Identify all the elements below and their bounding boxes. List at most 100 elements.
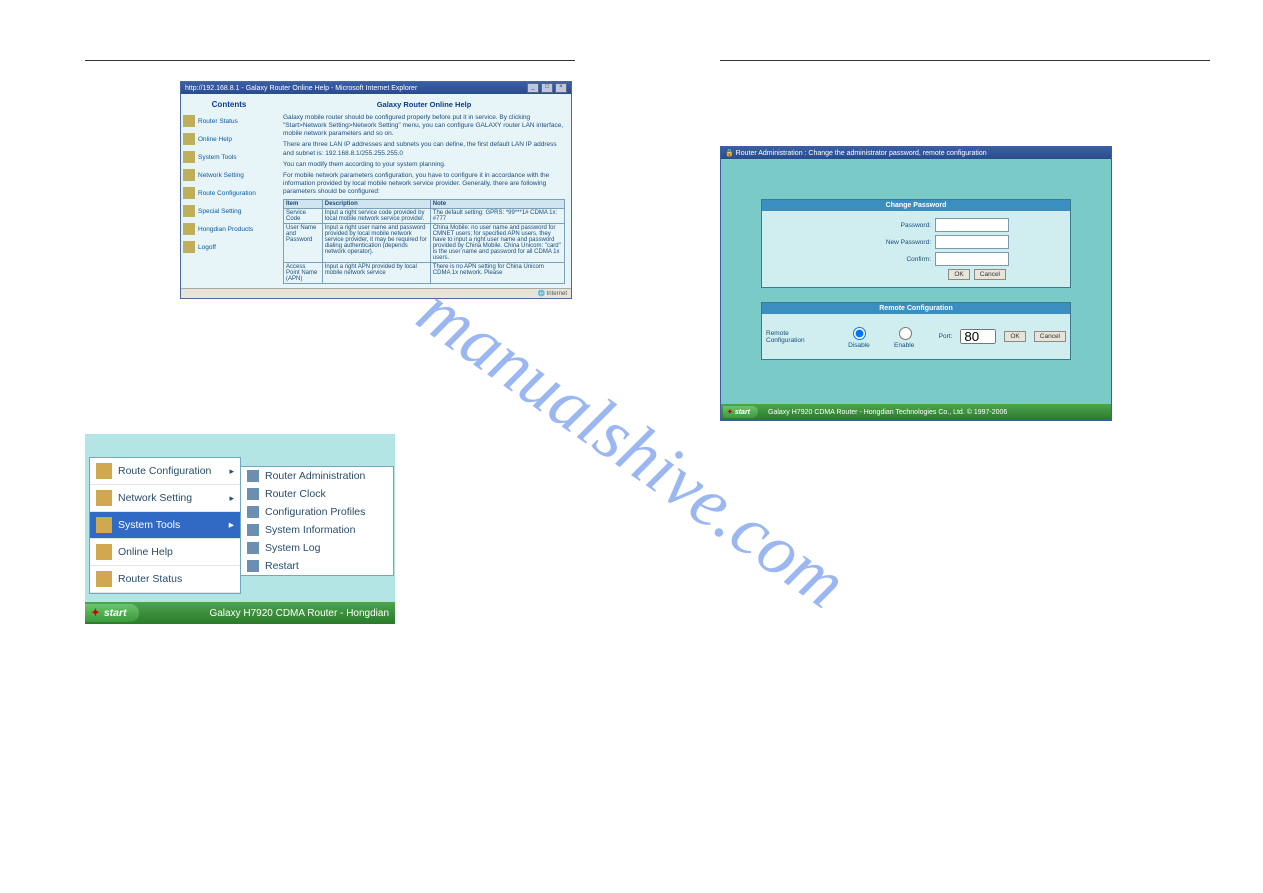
table-row: User Name and Password Input a right use… — [284, 224, 565, 263]
table-row: Access Point Name (APN) Input a right AP… — [284, 263, 565, 284]
start-button[interactable]: ✦ start — [723, 406, 758, 418]
start-button[interactable]: ✦ start — [85, 604, 139, 622]
remote-label: Remote Configuration — [766, 330, 822, 344]
menu-item-system-tools[interactable]: System Tools ▸ — [90, 512, 240, 539]
cancel-button[interactable]: Cancel — [1034, 331, 1066, 342]
nav-item-network-setting[interactable]: Network Setting — [183, 169, 275, 181]
submenu-item-router-admin[interactable]: Router Administration — [241, 467, 393, 485]
menu-item-router-status[interactable]: Router Status — [90, 566, 240, 593]
menu-label: Route Configuration — [118, 465, 211, 477]
menu-label: Online Help — [118, 546, 173, 558]
enable-radio[interactable] — [899, 327, 912, 340]
help-body: Contents Router Status Online Help Syste… — [181, 94, 571, 288]
password-field[interactable] — [935, 218, 1009, 232]
help-icon — [96, 544, 112, 560]
change-password-panel: Change Password Password: New Password: … — [761, 199, 1071, 288]
submenu-label: Configuration Profiles — [265, 506, 365, 518]
cursor-icon: ▸ — [229, 519, 234, 531]
help-para: For mobile network parameters configurat… — [283, 172, 565, 196]
taskbar: ✦ start Galaxy H7920 CDMA Router - Hongd… — [85, 602, 395, 624]
window-controls: _ □ × — [527, 83, 567, 93]
submenu-item-config-profiles[interactable]: Configuration Profiles — [241, 503, 393, 521]
nav-title: Contents — [183, 100, 275, 109]
taskbar-status: Galaxy H7920 CDMA Router - Hongdian — [209, 608, 389, 619]
submenu-item-system-log[interactable]: System Log — [241, 539, 393, 557]
radio-label: Enable — [894, 342, 914, 349]
nav-label: Router Status — [198, 118, 238, 125]
startmenu-screenshot: Route Configuration ▸ Network Setting ▸ Sy… — [85, 434, 395, 624]
start-label: start — [735, 409, 750, 416]
nav-item-logoff[interactable]: Logoff — [183, 241, 275, 253]
admin-taskbar: ✦ start Galaxy H7920 CDMA Router - Hongd… — [721, 404, 1111, 420]
cell: The default setting: GPRS: *99***1# CDMA… — [430, 209, 564, 224]
new-password-row: New Password: — [766, 235, 1066, 249]
info-icon — [247, 524, 259, 536]
menu-label: System Tools — [118, 519, 180, 531]
page-divider — [85, 60, 575, 61]
table-header-row: Item Description Note — [284, 200, 565, 209]
port-field[interactable] — [960, 329, 996, 344]
submenu-item-system-info[interactable]: System Information — [241, 521, 393, 539]
submenu-item-router-clock[interactable]: Router Clock — [241, 485, 393, 503]
password-label: Password: — [766, 222, 931, 229]
admin-title: Router Administration : Change the admin… — [736, 150, 987, 157]
start-menu-main: Route Configuration ▸ Network Setting ▸ Sy… — [89, 457, 241, 594]
nav-label: System Tools — [198, 154, 237, 161]
nav-label: Route Configuration — [198, 190, 256, 197]
nav-item-hongdian-products[interactable]: Hongdian Products — [183, 223, 275, 235]
tools-icon — [96, 517, 112, 533]
help-heading: Galaxy Router Online Help — [283, 100, 565, 109]
password-row: Password: — [766, 218, 1066, 232]
enable-option[interactable]: Enable — [894, 324, 931, 349]
nav-item-route-config[interactable]: Route Configuration — [183, 187, 275, 199]
start-submenu: Router Administration Router Clock Confi… — [240, 466, 394, 576]
help-nav: Contents Router Status Online Help Syste… — [181, 94, 277, 288]
restart-icon — [247, 560, 259, 572]
ok-button[interactable]: OK — [948, 269, 969, 280]
new-password-field[interactable] — [935, 235, 1009, 249]
status-icon — [183, 115, 195, 127]
menu-item-network-setting[interactable]: Network Setting ▸ — [90, 485, 240, 512]
menu-label: Network Setting — [118, 492, 192, 504]
panel-title: Change Password — [762, 200, 1070, 211]
chevron-right-icon: ▸ — [229, 493, 234, 504]
logoff-icon — [183, 241, 195, 253]
products-icon — [183, 223, 195, 235]
maximize-icon[interactable]: □ — [541, 83, 553, 93]
help-table: Item Description Note Service Code Input… — [283, 199, 565, 284]
disable-option[interactable]: Disable — [848, 324, 886, 349]
cell: Input a right APN provided by local mobi… — [322, 263, 430, 284]
new-password-label: New Password: — [766, 239, 931, 246]
window-title: http://192.168.8.1 - Galaxy Router Onlin… — [185, 85, 417, 92]
route-icon — [96, 463, 112, 479]
minimize-icon[interactable]: _ — [527, 83, 539, 93]
admin-icon — [247, 470, 259, 482]
nav-label: Hongdian Products — [198, 226, 253, 233]
disable-radio[interactable] — [853, 327, 866, 340]
panel-body: Password: New Password: Confirm: OK Canc… — [762, 211, 1070, 287]
startmenu-area: Route Configuration ▸ Network Setting ▸ Sy… — [85, 434, 395, 624]
confirm-row: Confirm: — [766, 252, 1066, 266]
th-desc: Description — [322, 200, 430, 209]
start-label: start — [104, 607, 127, 619]
confirm-field[interactable] — [935, 252, 1009, 266]
submenu-item-restart[interactable]: Restart — [241, 557, 393, 575]
menu-item-route-config[interactable]: Route Configuration ▸ — [90, 458, 240, 485]
remote-row: Remote Configuration Disable Enable Port… — [766, 318, 1066, 355]
network-icon — [183, 169, 195, 181]
nav-item-special-setting[interactable]: Special Setting — [183, 205, 275, 217]
nav-item-online-help[interactable]: Online Help — [183, 133, 275, 145]
panel-body: Remote Configuration Disable Enable Port… — [762, 314, 1070, 359]
nav-item-router-status[interactable]: Router Status — [183, 115, 275, 127]
clock-icon — [247, 488, 259, 500]
menu-item-online-help[interactable]: Online Help — [90, 539, 240, 566]
cancel-button[interactable]: Cancel — [974, 269, 1006, 280]
panel-title: Remote Configuration — [762, 303, 1070, 314]
chevron-right-icon: ▸ — [229, 466, 234, 477]
ok-button[interactable]: OK — [1004, 331, 1025, 342]
nav-item-system-tools[interactable]: System Tools — [183, 151, 275, 163]
close-icon[interactable]: × — [555, 83, 567, 93]
cell: Service Code — [284, 209, 323, 224]
start-icon: ✦ — [91, 607, 100, 619]
menu-label: Router Status — [118, 573, 182, 585]
